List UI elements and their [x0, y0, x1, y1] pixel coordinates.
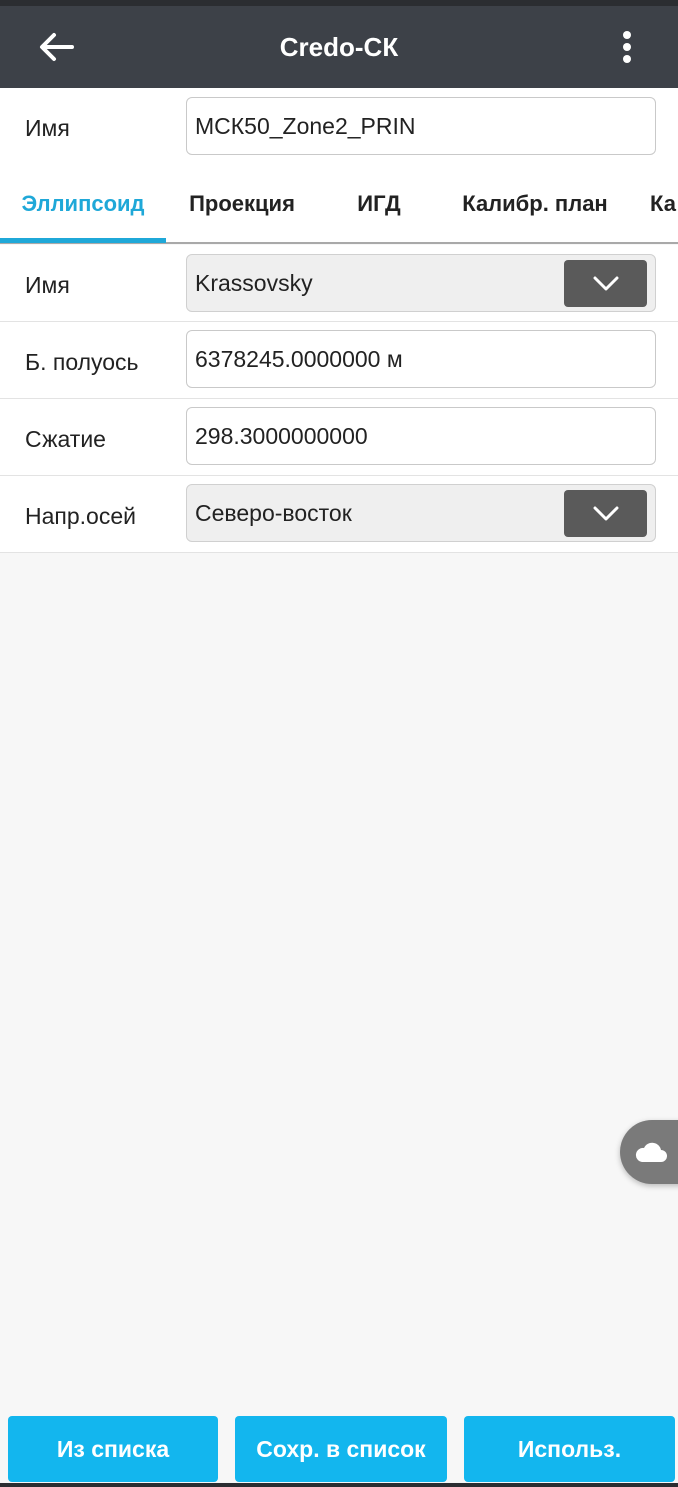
- save-to-list-button[interactable]: Сохр. в список: [235, 1416, 447, 1482]
- name-row: Имя МСК50_Zone2_PRIN: [0, 88, 678, 164]
- cloud-icon: [635, 1142, 667, 1162]
- ellipsoid-dropdown-button[interactable]: [564, 260, 647, 307]
- flattening-input[interactable]: 298.3000000000: [186, 407, 656, 465]
- flattening-label: Сжатие: [25, 426, 106, 452]
- tab-projection[interactable]: Проекция: [166, 164, 318, 244]
- more-options-button[interactable]: [602, 22, 652, 72]
- ellipsoid-name-value: Krassovsky: [195, 269, 313, 296]
- tab-more[interactable]: Ка: [630, 164, 678, 244]
- ellipsoid-name-select[interactable]: Krassovsky: [186, 254, 656, 312]
- tab-igd[interactable]: ИГД: [318, 164, 440, 244]
- axis-direction-row: Напр.осей Северо-восток: [0, 476, 678, 553]
- chevron-down-icon: [593, 506, 618, 520]
- tab-bar: Эллипсоид Проекция ИГД Калибр. план Ка: [0, 164, 678, 244]
- bottom-action-bar: Из списка Сохр. в список Использ.: [0, 1416, 678, 1487]
- semi-axis-row: Б. полуось 6378245.0000000 м: [0, 322, 678, 399]
- cloud-sync-button[interactable]: [620, 1120, 678, 1184]
- app-bar: Credo-СК: [0, 6, 678, 88]
- screen: Credo-СК Имя МСК50_Zone2_PRIN Эллипсоид …: [0, 0, 678, 1487]
- axis-direction-select[interactable]: Северо-восток: [186, 484, 656, 542]
- semi-axis-input[interactable]: 6378245.0000000 м: [186, 330, 656, 388]
- name-input[interactable]: МСК50_Zone2_PRIN: [186, 97, 656, 155]
- axis-direction-label: Напр.осей: [25, 503, 136, 529]
- chevron-down-icon: [593, 276, 618, 290]
- from-list-button[interactable]: Из списка: [8, 1416, 218, 1482]
- more-vert-icon: [623, 31, 631, 63]
- ellipsoid-name-label: Имя: [25, 272, 70, 298]
- axis-direction-dropdown-button[interactable]: [564, 490, 647, 537]
- ellipsoid-name-row: Имя Krassovsky: [0, 245, 678, 322]
- axis-direction-value: Северо-восток: [195, 499, 352, 526]
- back-button[interactable]: [26, 22, 86, 72]
- arrow-left-icon: [40, 33, 74, 61]
- flattening-row: Сжатие 298.3000000000: [0, 399, 678, 476]
- name-label: Имя: [25, 115, 70, 141]
- navigation-bar: [0, 1483, 678, 1487]
- tab-calibration-plan[interactable]: Калибр. план: [440, 164, 630, 244]
- use-button[interactable]: Использ.: [464, 1416, 675, 1482]
- tab-ellipsoid[interactable]: Эллипсоид: [0, 164, 166, 244]
- app-title: Credo-СК: [279, 31, 399, 62]
- active-tab-indicator: [0, 238, 166, 243]
- semi-axis-label: Б. полуось: [25, 349, 139, 375]
